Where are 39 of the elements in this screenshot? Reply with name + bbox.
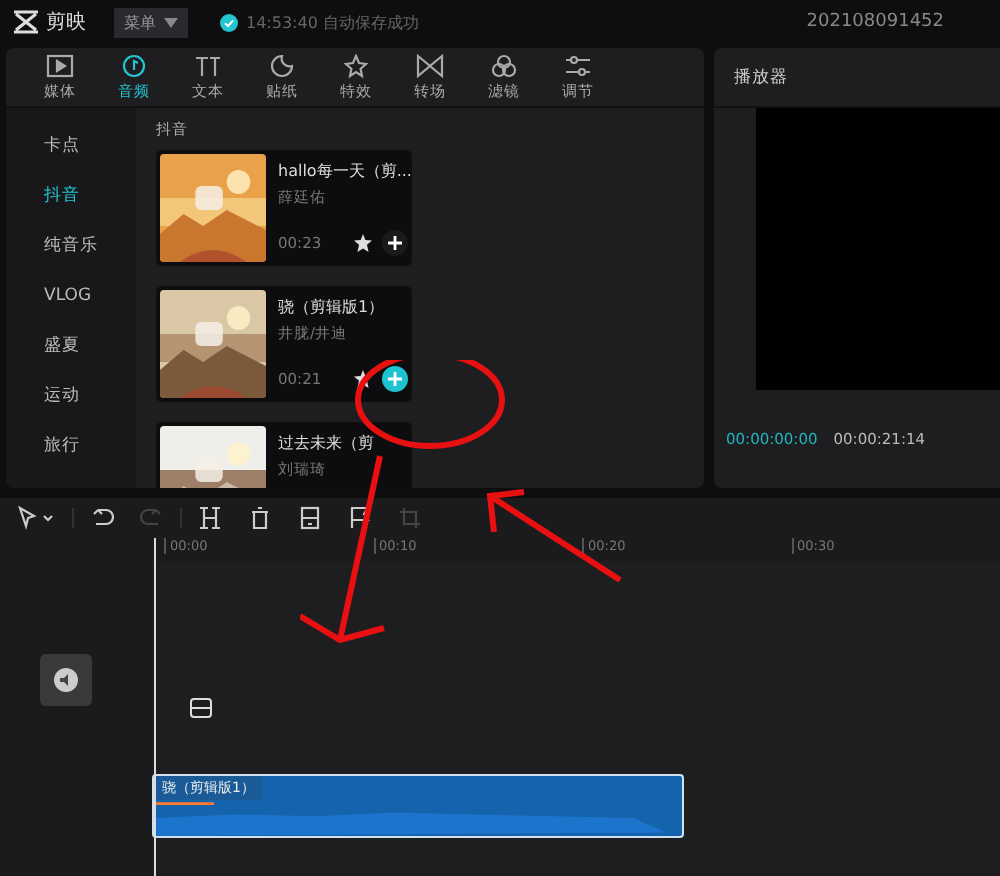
undo-icon[interactable] [90,506,114,530]
annotation-arrow [486,489,623,583]
freeze-frame-icon[interactable] [298,506,322,530]
app-name: 剪映 [46,9,86,36]
trash-icon[interactable] [248,506,272,530]
sidebar-item[interactable]: 运动 [6,378,136,412]
sidebar-item[interactable]: 纯音乐 [6,228,136,262]
favorite-icon[interactable] [354,370,372,388]
music-note-icon [120,53,148,77]
text-icon [194,53,222,77]
add-icon[interactable] [382,230,408,256]
flag-icon[interactable] [348,506,372,530]
song-title: 骁（剪辑版1） [278,296,387,318]
favorite-icon[interactable] [354,234,372,252]
saved-check-icon [220,13,238,31]
caret-icon [164,17,178,27]
song-title: 过去未来（剪 [278,432,376,454]
speaker-icon [54,667,78,691]
circles-icon [490,53,518,77]
sliders-icon [564,53,592,77]
split-icon[interactable] [198,506,222,530]
sidebar-item[interactable]: 卡点 [6,128,136,162]
play-icon [46,53,74,77]
song-title: hallo每一天（剪... [278,160,408,182]
add-icon[interactable] [382,366,408,392]
menu-dropdown[interactable]: 菜单 [114,7,188,37]
logo-icon [12,10,40,34]
star-icon [342,53,370,77]
sidebar-item[interactable]: 盛夏 [6,328,136,362]
sidebar-item[interactable]: VLOG [6,278,136,312]
moon-icon [268,53,296,77]
project-name: 202108091452 [806,12,944,32]
cursor-icon[interactable] [16,506,56,530]
audio-toggle-button[interactable] [40,653,92,705]
bowtie-icon [416,53,444,77]
autosave-status: 14:53:40 自动保存成功 [246,11,419,33]
video-track-icon [190,698,212,718]
sidebar-item[interactable]: 旅行 [6,428,136,462]
sidebar-item[interactable]: 抖音 [6,178,136,212]
